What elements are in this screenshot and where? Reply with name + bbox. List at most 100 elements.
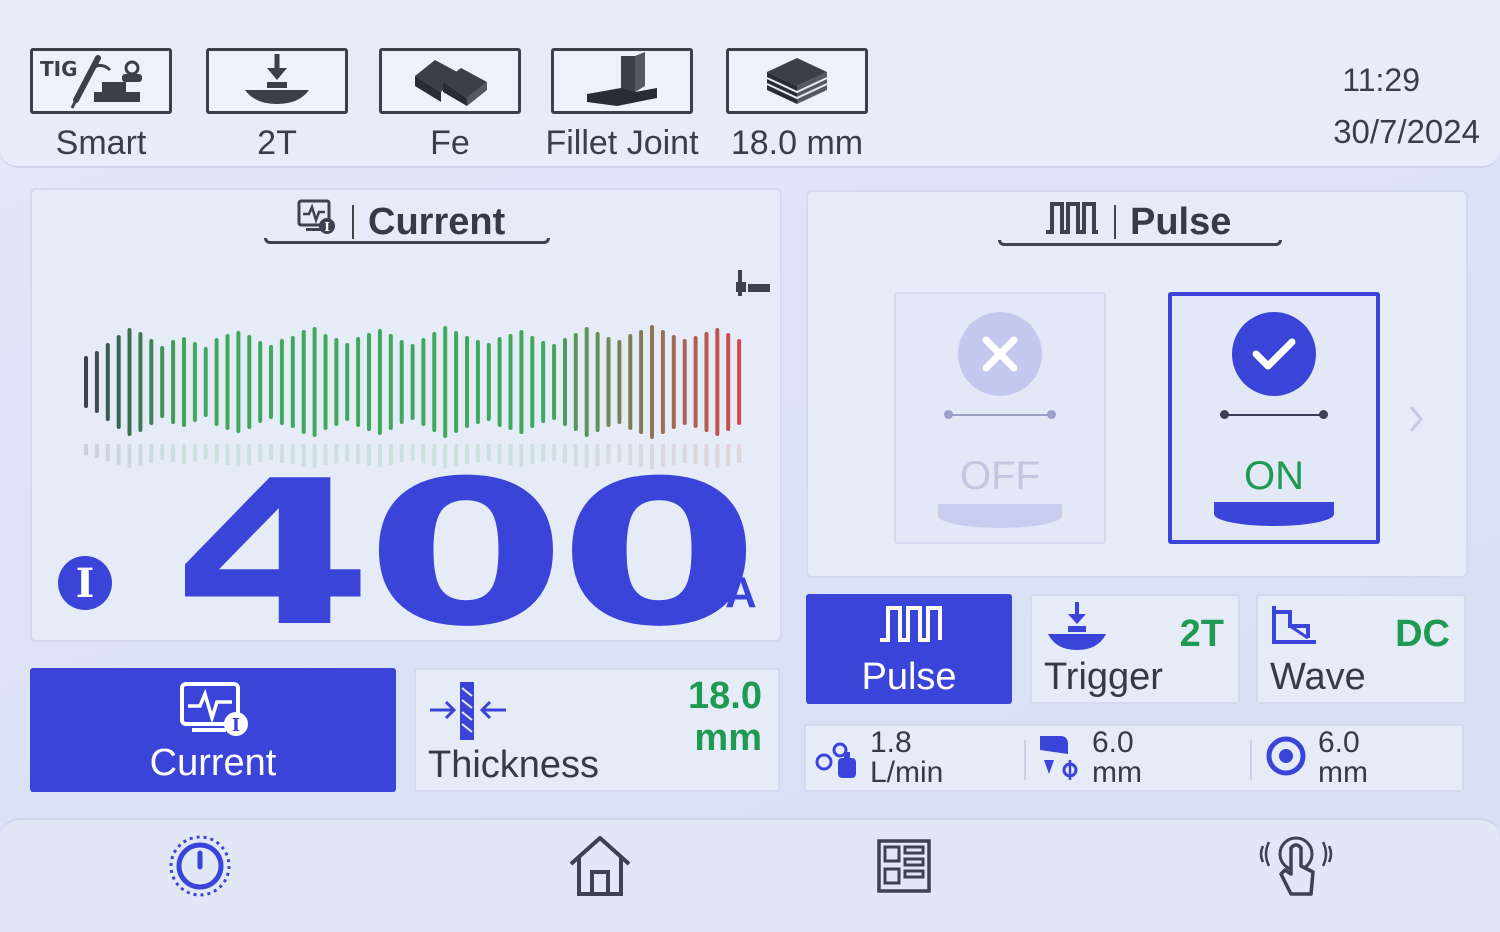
waveform-reflection bbox=[138, 444, 143, 466]
waveform-bar bbox=[127, 328, 132, 436]
current-button[interactable]: I Current bbox=[30, 668, 396, 792]
waveform-bar bbox=[606, 337, 611, 427]
waveform-bar bbox=[541, 341, 546, 423]
pulse-title-underline bbox=[998, 240, 1282, 246]
torch-indicator-icon bbox=[732, 268, 772, 306]
trigger-button-value: 2T bbox=[1179, 613, 1224, 655]
waveform-bar bbox=[105, 343, 110, 421]
waveform-bar bbox=[214, 338, 219, 426]
waveform-bar bbox=[573, 333, 578, 431]
waveform-bar bbox=[693, 336, 698, 428]
plate-stack-icon bbox=[726, 48, 868, 114]
pulse-button-label: Pulse bbox=[861, 656, 957, 698]
waveform-bar bbox=[236, 331, 241, 433]
waveform-bar bbox=[715, 328, 720, 436]
thickness-label-top: 18.0 mm bbox=[730, 124, 864, 162]
date-display: 30/7/2024 bbox=[1333, 113, 1480, 150]
trigger-2t-icon bbox=[1044, 600, 1110, 658]
current-unit: A bbox=[725, 568, 757, 617]
menu-grid-icon[interactable] bbox=[864, 826, 944, 906]
waveform-bar bbox=[116, 335, 121, 429]
pulse-on-label: ON bbox=[1244, 454, 1304, 498]
touch-gesture-icon[interactable] bbox=[1256, 826, 1336, 906]
current-title-underline bbox=[264, 238, 550, 244]
trigger-button-label: Trigger bbox=[1044, 656, 1163, 698]
current-button-badge: I bbox=[232, 715, 240, 736]
nozzle-size-value: 6.0 mm bbox=[1318, 726, 1368, 789]
joint-selector[interactable]: Fillet Joint bbox=[545, 48, 699, 163]
waveform-bar bbox=[301, 330, 306, 434]
waveform-bar bbox=[737, 339, 742, 425]
waveform-bar bbox=[650, 325, 654, 439]
pulse-on-option[interactable]: ON bbox=[1168, 292, 1380, 544]
power-dial-icon[interactable] bbox=[160, 826, 240, 906]
waveform-reflection bbox=[149, 444, 154, 463]
current-button-label: Current bbox=[149, 742, 277, 784]
waveform-bar bbox=[94, 351, 99, 413]
checkmark-icon bbox=[1232, 312, 1316, 396]
waveform-bar bbox=[388, 334, 393, 430]
waveform-bar bbox=[595, 332, 600, 432]
trigger-2t-icon bbox=[206, 48, 348, 114]
gas-flow-param[interactable]: 1.8 L/min bbox=[814, 726, 943, 790]
waveform-bar bbox=[465, 336, 469, 428]
waveform-reflection bbox=[84, 444, 88, 456]
waveform-reflection bbox=[94, 444, 99, 458]
mode-selector[interactable]: TIG Smart bbox=[30, 48, 172, 163]
thickness-button-label: Thickness bbox=[428, 744, 600, 786]
waveform-bar bbox=[421, 338, 426, 426]
waveform-bar bbox=[563, 338, 567, 426]
waveform-bar bbox=[171, 340, 176, 424]
trigger-button[interactable]: 2T Trigger bbox=[1030, 594, 1240, 704]
waveform-bar bbox=[497, 337, 502, 427]
waveform-bar bbox=[639, 330, 644, 434]
thickness-compress-icon bbox=[428, 682, 508, 746]
waveform-bar bbox=[269, 345, 273, 419]
waveform-bar bbox=[552, 344, 557, 420]
waveform-bar bbox=[149, 339, 154, 425]
pulse-button[interactable]: Pulse bbox=[806, 594, 1012, 704]
waveform-reflection bbox=[105, 444, 110, 462]
nozzle-size-param[interactable]: 6.0 mm bbox=[1264, 726, 1368, 790]
thickness-selector[interactable]: 18.0 mm bbox=[726, 48, 868, 163]
waveform-bar bbox=[660, 330, 665, 434]
waveform-bar bbox=[258, 341, 263, 423]
pulse-off-option[interactable]: OFF bbox=[894, 292, 1106, 544]
thickness-button[interactable]: 18.0 mm Thickness bbox=[414, 668, 780, 792]
clock: 11:29 30/7/2024 bbox=[1333, 62, 1480, 151]
joint-label: Fillet Joint bbox=[545, 124, 699, 162]
thickness-button-value: 18.0 mm bbox=[688, 675, 762, 759]
wave-button-value: DC bbox=[1395, 613, 1450, 655]
waveform-bar bbox=[726, 333, 731, 431]
waveform-reflection bbox=[127, 444, 132, 468]
waveform-bar bbox=[138, 332, 143, 432]
waveform-bar bbox=[475, 340, 480, 424]
waveform-bar bbox=[377, 329, 382, 435]
metal-bars-icon bbox=[379, 48, 521, 114]
tungsten-diameter-param[interactable]: 6.0 mm bbox=[1038, 726, 1142, 790]
pulse-wave-icon bbox=[878, 604, 944, 648]
waveform-bar bbox=[160, 346, 165, 418]
waveform-bar bbox=[530, 336, 535, 428]
waveform-bar bbox=[367, 333, 371, 431]
waveform-reflection bbox=[116, 444, 121, 465]
home-icon[interactable] bbox=[560, 826, 640, 906]
waveform-bar bbox=[454, 331, 459, 433]
fillet-joint-icon bbox=[551, 48, 693, 114]
nozzle-ring-icon bbox=[1264, 734, 1308, 782]
waveform-bar bbox=[279, 339, 284, 425]
waveform-reflection bbox=[160, 444, 165, 460]
tungsten-diameter-value: 6.0 mm bbox=[1092, 726, 1142, 789]
waveform-bar bbox=[356, 337, 361, 427]
waveform-bar bbox=[508, 334, 513, 430]
tig-text: TIG bbox=[40, 57, 78, 81]
monitor-current-icon: I bbox=[178, 680, 250, 742]
pulse-title-text: Pulse bbox=[1130, 200, 1232, 243]
waveform-bar bbox=[84, 356, 88, 408]
trigger-selector[interactable]: 2T bbox=[206, 48, 348, 163]
wave-button[interactable]: DC Wave bbox=[1256, 594, 1466, 704]
chevron-right-icon[interactable] bbox=[1408, 404, 1424, 438]
material-selector[interactable]: Fe bbox=[379, 48, 521, 163]
waveform-bar bbox=[410, 344, 415, 420]
waveform-bar bbox=[312, 327, 317, 437]
